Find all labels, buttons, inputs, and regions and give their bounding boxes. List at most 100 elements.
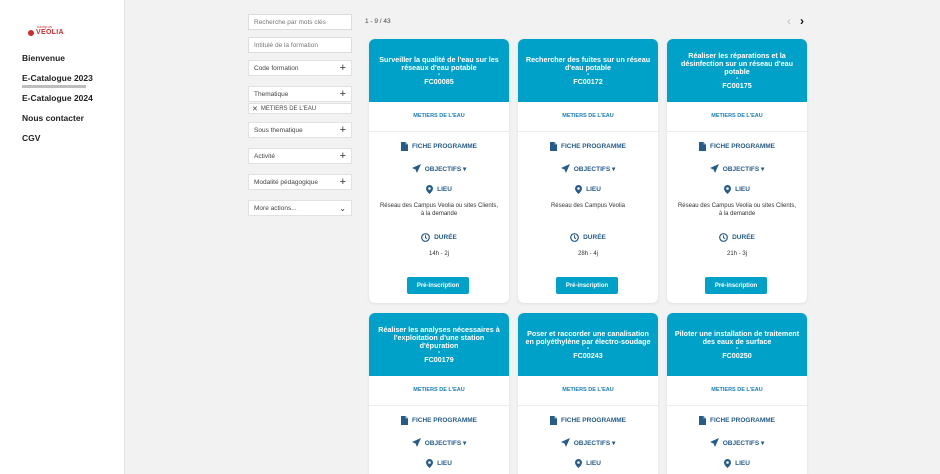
card-title[interactable]: Réaliser les analyses nécessaires à l'ex… — [375, 325, 503, 350]
logo-main-text: VEOLIA — [28, 29, 64, 36]
divider — [667, 131, 807, 132]
card-title[interactable]: Réaliser les réparations et la désinfect… — [673, 51, 801, 76]
next-page-icon[interactable]: › — [800, 14, 804, 28]
document-icon — [550, 416, 557, 425]
nav-item-cgv[interactable]: CGV — [22, 132, 93, 152]
filter-code-formation[interactable]: Code formation + — [248, 60, 352, 76]
lieu-label: LIEU — [437, 460, 452, 467]
campus-veolia-logo[interactable]: campus VEOLIA — [28, 24, 64, 42]
pre-inscription-button[interactable]: Pré-inscription — [705, 277, 767, 294]
course-card[interactable]: Surveiller la qualité de l'eau sur les r… — [369, 39, 509, 303]
plus-icon: + — [339, 124, 346, 136]
keyword-search-input[interactable] — [248, 14, 352, 30]
filter-label: Modalité pédagogique — [254, 178, 318, 186]
chevron-down-icon: ⌄ — [339, 203, 346, 213]
location-pin-icon — [426, 185, 434, 194]
sidebar: campus VEOLIA Bienvenue E-Catalogue 2023… — [0, 0, 125, 474]
filter-modalite[interactable]: Modalité pédagogique + — [248, 174, 352, 190]
card-code: FC00250 — [722, 350, 752, 360]
nav-item-ecatalogue-2023[interactable]: E-Catalogue 2023 — [22, 72, 93, 92]
fiche-label: FICHE PROGRAMME — [561, 417, 626, 424]
lieu-label: LIEU — [586, 186, 601, 193]
lieu-heading: LIEU — [667, 185, 807, 194]
card-title[interactable]: Poser et raccorder une canalisation en p… — [524, 329, 652, 346]
objectifs-label: OBJECTIFS ▾ — [424, 439, 467, 447]
duree-heading: DURÉE — [667, 233, 807, 242]
plus-icon: + — [339, 62, 346, 74]
objectifs-toggle[interactable]: OBJECTIFS ▾ — [667, 438, 807, 447]
objectifs-label: OBJECTIFS ▾ — [424, 165, 467, 173]
fiche-programme-link[interactable]: FICHE PROGRAMME — [369, 142, 509, 151]
pre-inscription-button[interactable]: Pré-inscription — [556, 277, 618, 294]
card-category: METIERS DE L'EAU — [413, 387, 465, 393]
send-icon — [411, 164, 421, 173]
nav-item-ecatalogue-2024[interactable]: E-Catalogue 2024 — [22, 92, 93, 112]
fiche-programme-link[interactable]: FICHE PROGRAMME — [667, 142, 807, 151]
course-card[interactable]: Piloter une installation de traitement d… — [667, 313, 807, 474]
plus-icon: + — [339, 176, 346, 188]
card-category: METIERS DE L'EAU — [562, 387, 614, 393]
course-card[interactable]: Réaliser les réparations et la désinfect… — [667, 39, 807, 303]
document-icon — [699, 416, 706, 425]
objectifs-toggle[interactable]: OBJECTIFS ▾ — [518, 164, 658, 173]
filter-label: Sous thematique — [254, 126, 303, 134]
main-nav: Bienvenue E-Catalogue 2023 E-Catalogue 2… — [22, 52, 93, 152]
send-icon — [560, 438, 570, 447]
card-category: METIERS DE L'EAU — [711, 113, 763, 119]
send-icon — [709, 164, 719, 173]
card-title[interactable]: Surveiller la qualité de l'eau sur les r… — [375, 55, 503, 72]
card-code: FC00243 — [573, 350, 603, 360]
card-category: METIERS DE L'EAU — [562, 113, 614, 119]
fiche-programme-link[interactable]: FICHE PROGRAMME — [518, 416, 658, 425]
chip-label: METIERS DE L'EAU — [260, 105, 317, 112]
objectifs-toggle[interactable]: OBJECTIFS ▾ — [518, 438, 658, 447]
document-icon — [401, 142, 408, 151]
filter-sous-thematique[interactable]: Sous thematique + — [248, 122, 352, 138]
card-header: Poser et raccorder une canalisation en p… — [518, 313, 658, 376]
course-card[interactable]: Réaliser les analyses nécessaires à l'ex… — [369, 313, 509, 474]
prev-page-icon[interactable]: ‹ — [787, 14, 791, 28]
course-card[interactable]: Rechercher des fuites sur un réseau d'ea… — [518, 39, 658, 303]
objectifs-label: OBJECTIFS ▾ — [722, 165, 765, 173]
logo-brand: VEOLIA — [36, 29, 64, 36]
fiche-label: FICHE PROGRAMME — [561, 143, 626, 150]
pre-inscription-button[interactable]: Pré-inscription — [407, 277, 469, 294]
nav-item-bienvenue[interactable]: Bienvenue — [22, 52, 93, 72]
filter-label: Code formation — [254, 64, 299, 72]
fiche-programme-link[interactable]: FICHE PROGRAMME — [518, 142, 658, 151]
card-title[interactable]: Piloter une installation de traitement d… — [673, 329, 801, 346]
filter-activite[interactable]: Activité + — [248, 148, 352, 164]
objectifs-toggle[interactable]: OBJECTIFS ▾ — [369, 438, 509, 447]
objectifs-toggle[interactable]: OBJECTIFS ▾ — [667, 164, 807, 173]
card-title[interactable]: Rechercher des fuites sur un réseau d'ea… — [524, 55, 652, 72]
lieu-label: LIEU — [437, 186, 452, 193]
fiche-programme-link[interactable]: FICHE PROGRAMME — [369, 416, 509, 425]
duree-value: 14h - 2j — [428, 251, 449, 257]
fiche-label: FICHE PROGRAMME — [710, 417, 775, 424]
objectifs-toggle[interactable]: OBJECTIFS ▾ — [369, 164, 509, 173]
filter-thematique[interactable]: Thematique + — [248, 86, 352, 102]
lieu-value: Réseau des Campus Veolia ou sites Client… — [677, 203, 797, 217]
duree-heading: DURÉE — [518, 233, 658, 242]
lieu-value: Réseau des Campus Veolia — [550, 203, 626, 209]
fiche-label: FICHE PROGRAMME — [412, 143, 477, 150]
lieu-label: LIEU — [735, 460, 750, 467]
card-code: FC00175 — [722, 80, 752, 90]
divider — [667, 405, 807, 406]
course-card[interactable]: Poser et raccorder une canalisation en p… — [518, 313, 658, 474]
title-search-input[interactable] — [248, 37, 352, 53]
lieu-heading: LIEU — [369, 185, 509, 194]
location-pin-icon — [575, 185, 583, 194]
clock-icon — [421, 233, 431, 242]
close-icon[interactable]: ✕ — [252, 105, 258, 113]
card-header: Réaliser les réparations et la désinfect… — [667, 39, 807, 102]
divider — [369, 405, 509, 406]
nav-item-contact[interactable]: Nous contacter — [22, 112, 93, 132]
filter-panel: Code formation + Thematique + ✕ METIERS … — [248, 14, 352, 226]
send-icon — [411, 438, 421, 447]
plus-icon: + — [339, 88, 346, 100]
more-actions-dropdown[interactable]: More actions... ⌄ — [248, 200, 352, 216]
logo-mark-icon — [28, 29, 34, 36]
objectifs-label: OBJECTIFS ▾ — [573, 439, 616, 447]
fiche-programme-link[interactable]: FICHE PROGRAMME — [667, 416, 807, 425]
